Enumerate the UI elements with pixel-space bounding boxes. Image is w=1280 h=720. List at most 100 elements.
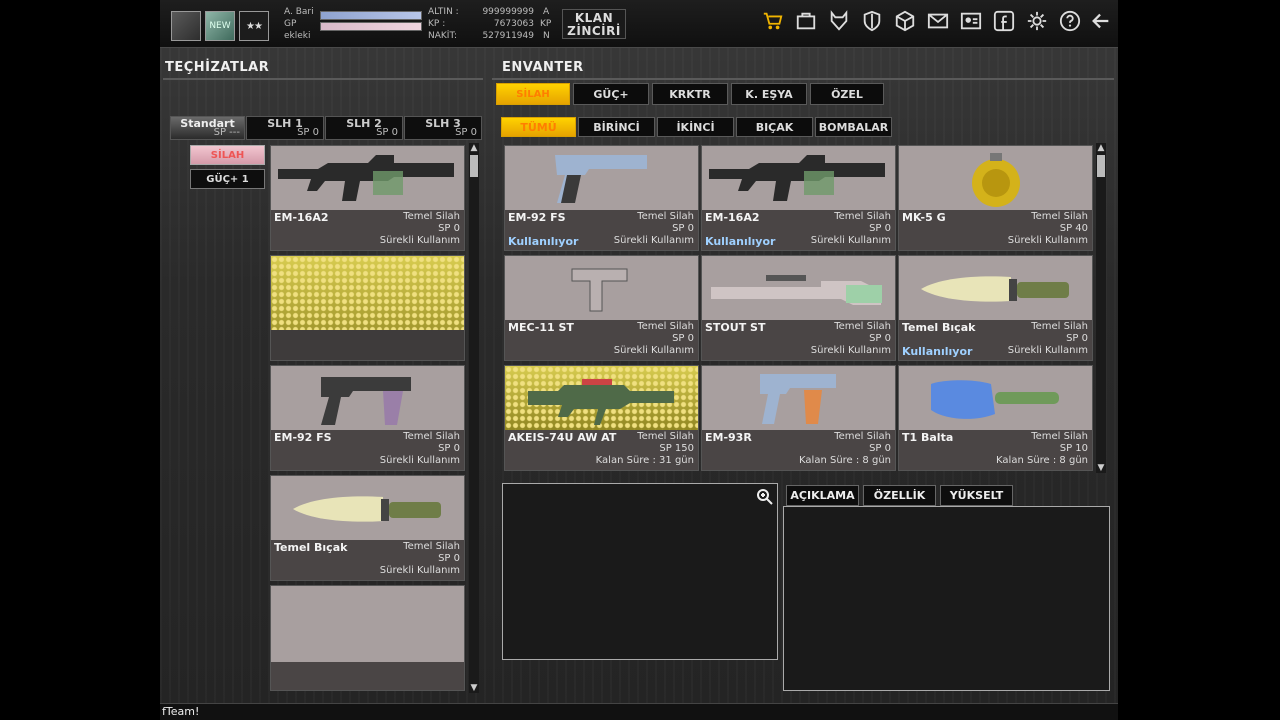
rank-stars-icon[interactable]: ★★ xyxy=(239,11,269,41)
tab-silah[interactable]: SİLAH xyxy=(496,83,570,105)
inventory-item[interactable]: AKEIS-74U AW AT Temel Silah SP 150 Kalan… xyxy=(504,365,699,471)
player-clan: ekleki xyxy=(284,31,311,41)
item-duration: Kalan Süre : 8 gün xyxy=(996,455,1088,466)
side-button-silah[interactable]: SİLAH xyxy=(190,145,265,165)
item-sp: SP 0 xyxy=(869,443,891,454)
inventory-item[interactable]: Temel Bıçak Temel Silah SP 0 Kullanılıyo… xyxy=(898,255,1093,361)
klan-zinciri-button[interactable]: KLAN ZİNCİRİ xyxy=(562,9,626,39)
nakit-value: 527911949 xyxy=(482,31,534,41)
item-type: Temel Silah xyxy=(1031,321,1088,332)
item-duration: Sürekli Kullanım xyxy=(1007,345,1088,356)
subtab-birinci[interactable]: BİRİNCİ xyxy=(578,117,655,137)
equipment-divider xyxy=(163,78,483,80)
item-type: Temel Silah xyxy=(403,541,460,552)
rank-emblem-icon[interactable]: NEW xyxy=(205,11,235,41)
equipped-card[interactable]: EM-92 FS Temel Silah SP 0 Sürekli Kullan… xyxy=(270,365,465,471)
inventory-item[interactable]: STOUT ST Temel Silah SP 0 Sürekli Kullan… xyxy=(701,255,896,361)
tab-ozel[interactable]: ÖZEL xyxy=(810,83,884,105)
side-button-guc[interactable]: GÜÇ+ 1 xyxy=(190,169,265,189)
subtab-tumu[interactable]: TÜMÜ xyxy=(501,117,576,137)
gp-label: GP xyxy=(284,19,297,29)
item-duration: Sürekli Kullanım xyxy=(379,565,460,576)
facebook-icon[interactable] xyxy=(991,8,1017,34)
subtab-bombalar[interactable]: BOMBALAR xyxy=(815,117,892,137)
inventory-item[interactable]: MK-5 G Temel Silah SP 40 Sürekli Kullanı… xyxy=(898,145,1093,251)
tab-krktr[interactable]: KRKTR xyxy=(652,83,728,105)
subtab-bicak[interactable]: BIÇAK xyxy=(736,117,813,137)
tab-k-esya[interactable]: K. EŞYA xyxy=(731,83,807,105)
altin-value: 999999999 xyxy=(482,7,534,17)
inventory-item[interactable]: EM-92 FS Temel Silah SP 0 Kullanılıyor S… xyxy=(504,145,699,251)
axe-icon xyxy=(899,366,1092,432)
slot-tab-slh3[interactable]: SLH 3 SP 0 xyxy=(404,116,482,140)
game-window: NEW ★★ A. Bari GP ekleki ALTIN : KP : NA… xyxy=(160,0,1118,720)
item-type: Temel Silah xyxy=(637,431,694,442)
item-duration: Kalan Süre : 31 gün xyxy=(595,455,694,466)
status-bar: fTeam! xyxy=(160,703,1118,720)
wolf-icon[interactable] xyxy=(826,8,852,34)
tab-yukselt[interactable]: YÜKSELT xyxy=(940,485,1013,506)
item-name: Temel Bıçak xyxy=(902,321,976,334)
profile-card-icon[interactable] xyxy=(958,8,984,34)
item-name: MK-5 G xyxy=(902,211,946,224)
rifle-icon xyxy=(702,146,895,212)
slot-tab-slh1[interactable]: SLH 1 SP 0 xyxy=(246,116,324,140)
rank-slot-1[interactable] xyxy=(171,11,201,41)
scroll-up-icon[interactable]: ▲ xyxy=(1096,143,1106,153)
scroll-up-icon[interactable]: ▲ xyxy=(469,143,479,153)
help-icon[interactable] xyxy=(1057,8,1083,34)
sniper-icon xyxy=(702,256,895,322)
card-info: MEC-11 ST Temel Silah SP 0 Sürekli Kulla… xyxy=(505,320,698,360)
slot-tab-sp: SP 0 xyxy=(455,127,477,138)
card-info: EM-16A2 Temel Silah SP 0 Kullanılıyor Sü… xyxy=(702,210,895,250)
tab-guc[interactable]: GÜÇ+ xyxy=(573,83,649,105)
equipped-card-camo[interactable] xyxy=(270,255,465,361)
subtab-ikinci[interactable]: İKİNCİ xyxy=(657,117,734,137)
item-sp: SP 10 xyxy=(1059,443,1088,454)
inventory-item[interactable]: EM-93R Temel Silah SP 0 Kalan Süre : 8 g… xyxy=(701,365,896,471)
slot-tab-standart[interactable]: Standart SP --- xyxy=(170,116,245,140)
tab-aciklama[interactable]: AÇIKLAMA xyxy=(786,485,859,506)
card-info: Temel Bıçak Temel Silah SP 0 Kullanılıyo… xyxy=(899,320,1092,360)
player-name: A. Bari xyxy=(284,7,314,17)
equipped-card-empty[interactable] xyxy=(270,585,465,691)
rank-emblem-text: NEW xyxy=(209,21,231,31)
equipped-card[interactable]: Temel Bıçak Temel Silah SP 0 Sürekli Kul… xyxy=(270,475,465,581)
item-type: Temel Silah xyxy=(1031,211,1088,222)
inventory-item[interactable]: T1 Balta Temel Silah SP 10 Kalan Süre : … xyxy=(898,365,1093,471)
bag-icon[interactable] xyxy=(793,8,819,34)
gear-icon[interactable] xyxy=(1024,8,1050,34)
item-duration: Sürekli Kullanım xyxy=(1007,235,1088,246)
item-duration: Sürekli Kullanım xyxy=(613,345,694,356)
mail-icon[interactable] xyxy=(925,8,951,34)
item-type: Temel Silah xyxy=(834,431,891,442)
item-name: EM-93R xyxy=(705,431,752,444)
equipped-card[interactable]: EM-16A2 Temel Silah SP 0 Sürekli Kullanı… xyxy=(270,145,465,251)
grenade-icon xyxy=(899,146,1092,212)
altin-unit: A xyxy=(543,7,550,17)
kp-label: KP : xyxy=(428,19,446,29)
box-icon[interactable] xyxy=(892,8,918,34)
inventory-scrollbar[interactable]: ▲ ▼ xyxy=(1096,143,1106,473)
item-sp: SP 40 xyxy=(1059,223,1088,234)
nakit-unit: N xyxy=(543,31,550,41)
inventory-item[interactable]: MEC-11 ST Temel Silah SP 0 Sürekli Kulla… xyxy=(504,255,699,361)
item-type: Temel Silah xyxy=(834,211,891,222)
scroll-down-icon[interactable]: ▼ xyxy=(1096,463,1106,473)
card-info: MK-5 G Temel Silah SP 40 Sürekli Kullanı… xyxy=(899,210,1092,250)
cart-icon[interactable] xyxy=(760,8,786,34)
back-arrow-icon[interactable] xyxy=(1088,8,1114,34)
item-duration: Kalan Süre : 8 gün xyxy=(799,455,891,466)
scroll-down-icon[interactable]: ▼ xyxy=(469,683,479,693)
slot-tab-slh2[interactable]: SLH 2 SP 0 xyxy=(325,116,403,140)
item-sp: SP 0 xyxy=(438,553,460,564)
zoom-in-icon[interactable] xyxy=(756,488,774,506)
scroll-thumb[interactable] xyxy=(1097,155,1105,177)
tab-ozellik[interactable]: ÖZELLİK xyxy=(863,485,936,506)
shield-icon[interactable] xyxy=(859,8,885,34)
item-duration: Sürekli Kullanım xyxy=(379,235,460,246)
inventory-item[interactable]: EM-16A2 Temel Silah SP 0 Kullanılıyor Sü… xyxy=(701,145,896,251)
left-scrollbar[interactable]: ▲ ▼ xyxy=(469,143,479,693)
inventory-title: ENVANTER xyxy=(502,60,584,75)
scroll-thumb[interactable] xyxy=(470,155,478,177)
